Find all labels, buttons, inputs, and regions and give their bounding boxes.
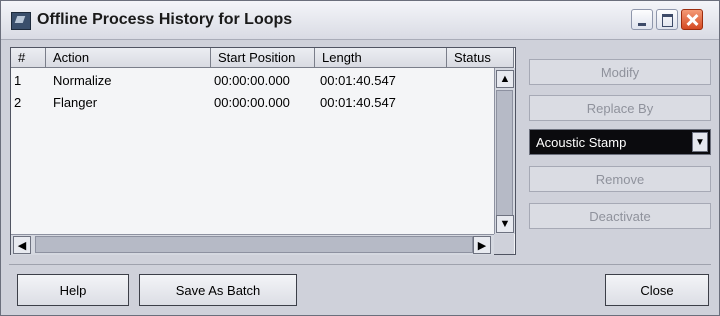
deactivate-button[interactable]: Deactivate — [529, 203, 711, 229]
row-start-position: 00:00:00.000 — [214, 95, 290, 110]
column-header-status[interactable]: Status — [447, 48, 514, 68]
row-action: Flanger — [53, 95, 98, 110]
maximize-icon[interactable] — [656, 9, 678, 30]
column-header-start-position[interactable]: Start Position — [211, 48, 315, 68]
row-action: Normalize — [53, 73, 112, 88]
footer-divider — [9, 264, 711, 265]
row-start-position: 00:00:00.000 — [214, 73, 290, 88]
window-title: Offline Process History for Loops — [37, 11, 293, 28]
replace-by-button[interactable]: Replace By — [529, 95, 711, 121]
horizontal-scroll-thumb[interactable] — [35, 236, 473, 253]
column-header-number[interactable]: # — [11, 48, 46, 68]
scrollbar-corner — [494, 234, 514, 254]
horizontal-scrollbar[interactable]: ◀ ▶ — [11, 234, 494, 255]
row-length: 00:01:40.547 — [320, 95, 396, 110]
effect-select-value: Acoustic Stamp — [536, 135, 627, 150]
row-number: 2 — [14, 95, 22, 110]
column-header-length[interactable]: Length — [315, 48, 447, 68]
row-number: 1 — [14, 73, 22, 88]
offline-process-history-window: Offline Process History for Loops # Acti… — [0, 0, 720, 316]
close-icon[interactable] — [681, 9, 703, 30]
title-bar[interactable]: Offline Process History for Loops — [1, 1, 719, 40]
table-row[interactable]: 1 Normalize 00:00:00.000 00:01:40.547 — [11, 70, 493, 92]
help-button[interactable]: Help — [17, 274, 129, 306]
arrow-right-icon[interactable]: ▶ — [473, 236, 491, 254]
effect-select[interactable]: Acoustic Stamp ▼ — [529, 129, 711, 155]
minimize-icon[interactable] — [631, 9, 653, 30]
vertical-scrollbar[interactable]: ▲ ▼ — [494, 68, 515, 234]
table-row[interactable]: 2 Flanger 00:00:00.000 00:01:40.547 — [11, 92, 493, 114]
close-button[interactable]: Close — [605, 274, 709, 306]
row-length: 00:01:40.547 — [320, 73, 396, 88]
arrow-down-icon[interactable]: ▼ — [496, 215, 514, 233]
arrow-up-icon[interactable]: ▲ — [496, 70, 514, 88]
modify-button[interactable]: Modify — [529, 59, 711, 85]
column-header-action[interactable]: Action — [46, 48, 211, 68]
effect-window-icon — [11, 12, 31, 30]
vertical-scroll-thumb[interactable] — [496, 90, 513, 216]
chevron-down-icon[interactable]: ▼ — [692, 132, 708, 152]
arrow-left-icon[interactable]: ◀ — [13, 236, 31, 254]
save-as-batch-button[interactable]: Save As Batch — [139, 274, 297, 306]
process-history-list[interactable]: # Action Start Position Length Status 1 … — [10, 47, 516, 255]
remove-button[interactable]: Remove — [529, 166, 711, 192]
